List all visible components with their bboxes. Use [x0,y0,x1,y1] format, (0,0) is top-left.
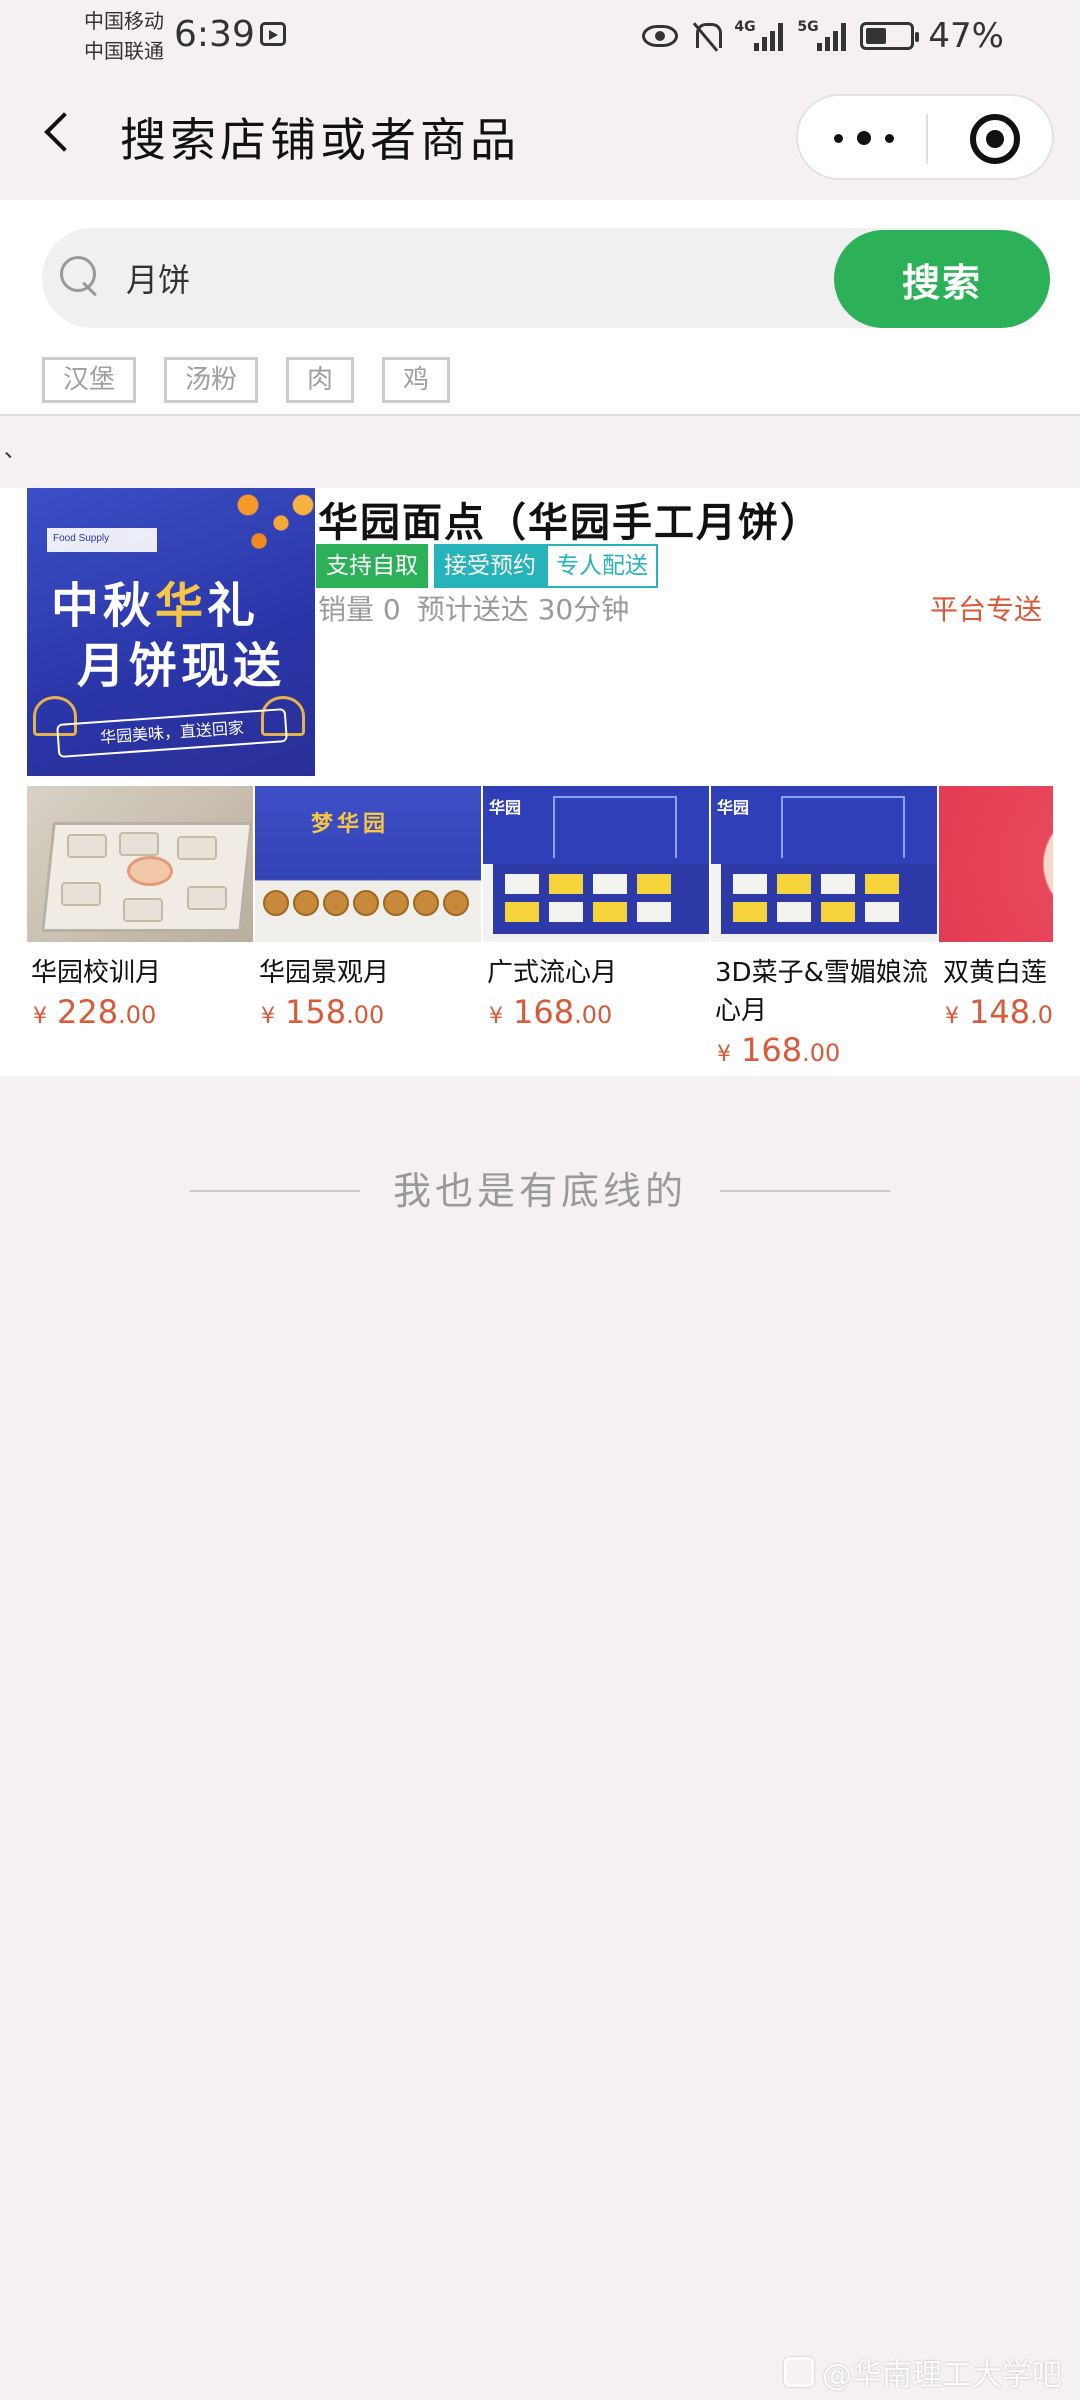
watermark: @华南理工大学吧 [784,2350,1062,2394]
tv-icon [260,22,286,46]
search-button[interactable]: 搜索 [834,230,1050,328]
status-bar: 中国移动 中国联通 6:39 4G 5G 47% [0,0,1080,72]
shop-meta: 销量 0 预计送达 30分钟 [318,588,629,628]
delivery-eta: 预计送达 30分钟 [416,593,630,626]
logo-line-2: 月饼现送 [77,638,286,694]
product-name: 双黄白莲 [943,958,1048,988]
bell-muted-icon [692,21,723,51]
product-item[interactable]: 华园 3D菜子&雪媚娘流心月 ¥168.00 [711,786,939,1075]
network-type-1: 4G [734,19,756,35]
end-of-list-text: 我也是有底线的 [392,1169,687,1213]
osmanthus-decoration [215,488,315,568]
page-title: 搜索店铺或者商品 [120,113,520,167]
product-scroller[interactable]: 华园校训月 ¥228.00 梦华园 华园景观月 ¥158.00 华园 广式流心月 [27,786,1053,1076]
search-tags: 汉堡 汤粉 肉 鸡 [42,357,451,403]
badge-self-pickup: 支持自取 [316,544,428,588]
product-price: ¥168.00 [717,1031,841,1069]
product-item[interactable]: 华园校训月 ¥228.00 [27,786,255,1037]
search-input[interactable] [126,250,726,306]
product-item[interactable]: 双黄白莲 ¥148.0 [939,786,1053,1037]
product-image[interactable]: 华园 [711,786,937,942]
product-item[interactable]: 梦华园 华园景观月 ¥158.00 [255,786,483,1037]
product-image[interactable] [939,786,1053,942]
battery-percent: 47% [928,16,1004,56]
shop-logo[interactable]: Food Supply 中秋华礼 月饼现送 华园美味，直送回家 [27,488,315,776]
signal-5g-icon: 5G [797,19,847,51]
miniprogram-capsule [796,94,1054,180]
shop-name[interactable]: 华园面点（华园手工月饼） [318,490,822,548]
product-price: ¥148.0 [945,993,1053,1031]
search-section: 搜索 汉堡 汤粉 肉 鸡 [0,200,1080,416]
clock: 6:39 [174,14,255,55]
delivery-type: 平台专送 [929,593,1042,626]
battery-fill [866,28,887,44]
carrier-2: 中国联通 [84,39,164,63]
capsule-divider [926,114,928,164]
camera-icon [784,2357,814,2387]
close-miniprogram-icon[interactable] [970,114,1020,164]
stray-mark: 、 [4,438,27,463]
product-name: 华园校训月 [31,958,162,988]
product-price: ¥158.00 [261,993,385,1031]
logo-ribbon: 华园美味，直送回家 [56,708,288,758]
tag-chicken[interactable]: 鸡 [382,357,451,403]
network-type-2: 5G [797,19,819,35]
shop-badges: 支持自取 接受预约 专人配送 [316,544,658,588]
carrier-1: 中国移动 [84,9,164,33]
product-image[interactable]: 华园 [483,786,709,942]
product-name: 3D菜子&雪媚娘流心月 [715,958,928,1026]
product-price: ¥168.00 [489,993,613,1031]
search-icon [60,256,100,296]
product-image[interactable] [27,786,253,942]
product-name: 广式流心月 [487,958,618,988]
badge-dedicated-delivery: 专人配送 [546,544,658,588]
signal-4g-icon: 4G [734,19,784,51]
tag-soup-noodles[interactable]: 汤粉 [164,357,259,403]
end-of-list-indicator: 我也是有底线的 [0,1166,1080,1216]
carrier-info: 中国移动 中国联通 [84,6,164,66]
badge-reservation: 接受预约 [434,544,546,588]
shop-card[interactable]: Food Supply 中秋华礼 月饼现送 华园美味，直送回家 华园面点（华园手… [0,488,1080,1076]
eye-icon [642,25,679,47]
product-price: ¥228.00 [33,993,157,1031]
sales-count: 销量 0 [318,593,401,626]
product-item[interactable]: 华园 广式流心月 ¥168.00 [483,786,711,1037]
logo-corner-label: Food Supply [47,528,157,552]
status-icons: 4G 5G 47% [642,14,1004,58]
divider-left [190,1190,360,1192]
nav-bar: 搜索店铺或者商品 [0,72,1080,200]
watermark-text: @华南理工大学吧 [822,2358,1062,2393]
product-image[interactable]: 梦华园 [255,786,481,942]
back-arrow-icon[interactable] [44,112,84,152]
more-options-icon[interactable] [834,126,894,150]
tag-hamburger[interactable]: 汉堡 [42,357,137,403]
product-name: 华园景观月 [259,958,390,988]
battery-icon [860,22,920,50]
tag-meat[interactable]: 肉 [286,357,355,403]
divider-right [720,1190,890,1192]
